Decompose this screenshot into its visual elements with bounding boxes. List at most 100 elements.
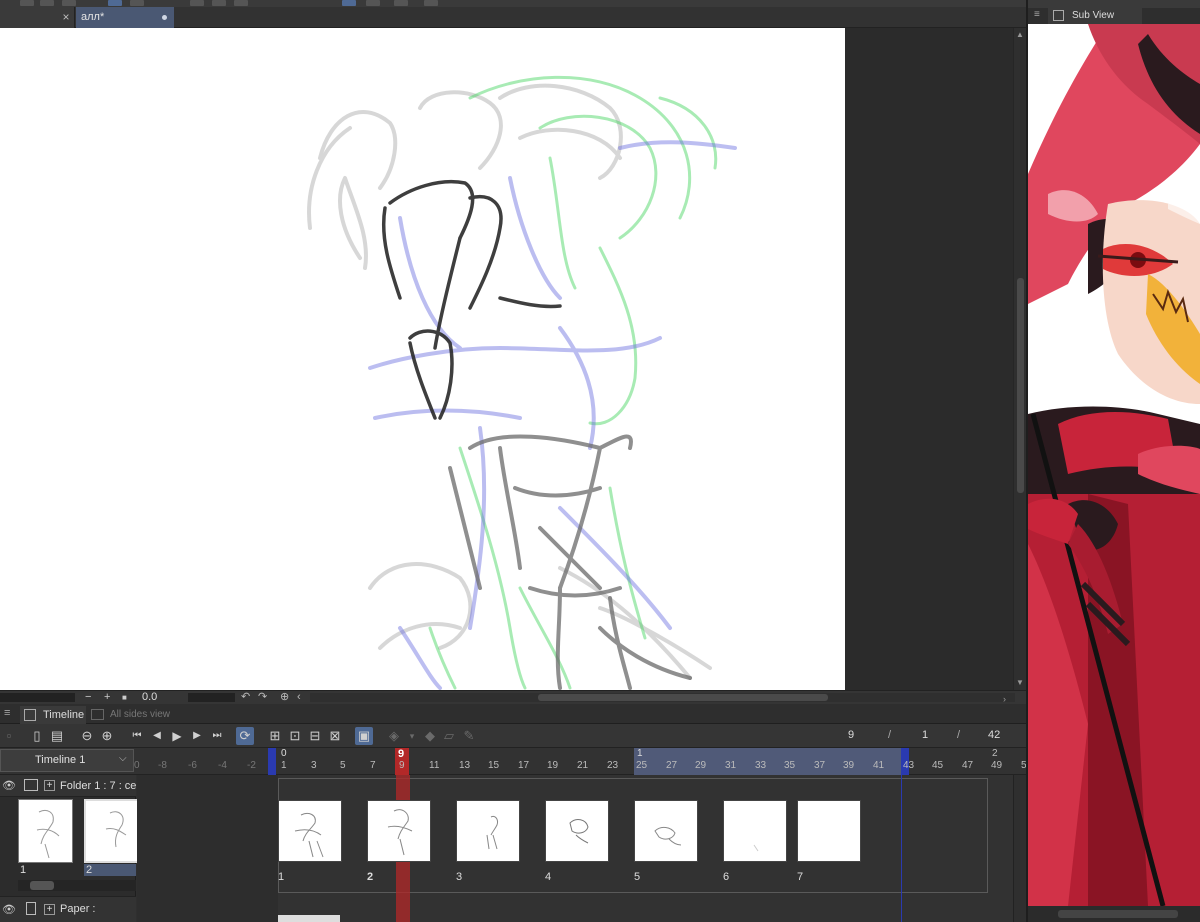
specify-cel-icon[interactable]: ⊟ bbox=[306, 727, 324, 745]
cel-thumbnail[interactable] bbox=[797, 800, 861, 862]
ruler-tick-label: 19 bbox=[547, 760, 559, 771]
tab-label: All sides view bbox=[110, 709, 171, 720]
document-tab[interactable]: × bbox=[0, 7, 75, 28]
new-animation-folder-icon[interactable]: ⊞ bbox=[266, 727, 284, 745]
expand-icon[interactable]: + bbox=[44, 780, 55, 791]
current-frame[interactable]: 9 bbox=[848, 729, 854, 741]
timeline-settings-icon[interactable]: ▤ bbox=[48, 727, 66, 745]
next-frame-button[interactable]: ▶ bbox=[188, 727, 206, 745]
toolbar-button[interactable] bbox=[20, 0, 34, 6]
unsaved-dot-icon[interactable] bbox=[162, 15, 167, 20]
eye-icon[interactable]: 👁 bbox=[2, 779, 16, 792]
scroll-thumb[interactable] bbox=[1017, 278, 1024, 493]
pen-icon[interactable]: ✎ bbox=[460, 727, 478, 745]
rotate-left-icon[interactable]: ↶ bbox=[241, 691, 250, 704]
canvas-vertical-scrollbar[interactable]: ▲ ▼ bbox=[1013, 28, 1026, 690]
rotation-value[interactable]: 0.0 bbox=[142, 691, 157, 704]
frame-settings-icon[interactable]: ▯ bbox=[28, 727, 46, 745]
folder-layer-row[interactable]: 👁 + Folder 1 : 7 : cel bbox=[0, 775, 136, 797]
panel-menu-icon[interactable]: ≡ bbox=[4, 707, 10, 719]
toolbar-button[interactable] bbox=[190, 0, 204, 6]
new-cel-icon[interactable]: ⊡ bbox=[286, 727, 304, 745]
timeline-select-value: Timeline 1 bbox=[35, 754, 86, 766]
cel-thumbnail[interactable] bbox=[545, 800, 609, 862]
canvas-area[interactable] bbox=[0, 28, 1013, 690]
cel-sketch bbox=[753, 844, 759, 852]
zoom-in-icon[interactable]: ⊕ bbox=[98, 727, 116, 745]
zoom-in-button[interactable]: + bbox=[104, 691, 110, 704]
ruler-tick-label: 37 bbox=[814, 760, 826, 771]
canvas-horizontal-scrollbar[interactable]: › bbox=[310, 693, 1015, 704]
scroll-up-icon[interactable]: ▲ bbox=[1016, 30, 1024, 39]
toolbar-button[interactable] bbox=[40, 0, 54, 6]
scroll-thumb[interactable] bbox=[538, 694, 828, 701]
frame-separator: / bbox=[888, 729, 892, 741]
edit-keyframe-icon[interactable]: ▱ bbox=[440, 727, 458, 745]
toolbar-button[interactable] bbox=[394, 0, 408, 6]
paper-track-cel[interactable] bbox=[278, 915, 340, 922]
scroll-down-icon[interactable]: ▼ bbox=[1016, 678, 1024, 687]
document-tab-active[interactable]: алл* bbox=[76, 7, 174, 28]
cel-thumbnail[interactable] bbox=[456, 800, 520, 862]
toolbar-button[interactable] bbox=[212, 0, 226, 6]
reference-image[interactable] bbox=[1028, 24, 1200, 906]
zoom-slider[interactable] bbox=[0, 693, 75, 702]
keyframe-icon[interactable]: ◈ bbox=[385, 727, 403, 745]
close-icon[interactable]: × bbox=[60, 10, 72, 24]
toolbar-button[interactable] bbox=[130, 0, 144, 6]
previous-frame-button[interactable]: ◀ bbox=[148, 727, 166, 745]
tab-sub-view[interactable]: Sub View bbox=[1048, 8, 1142, 24]
add-keyframe-icon[interactable]: ◆ bbox=[421, 727, 439, 745]
onion-skin-icon[interactable]: ▣ bbox=[355, 727, 373, 745]
cel-thumbnail[interactable] bbox=[723, 800, 787, 862]
ruler-frame-numbers[interactable]: 0 9 1 2 0 -8 -6 -4 -2 1 3 5 7 9 11 13 15 17 19 21 23 25 2… bbox=[134, 748, 1026, 775]
toolbar-button[interactable] bbox=[342, 0, 356, 6]
chevron-down-icon[interactable]: ⌵ bbox=[119, 753, 127, 764]
zoom-reset-button[interactable]: ■ bbox=[122, 691, 127, 704]
cel-thumbnail[interactable] bbox=[367, 800, 431, 862]
tab-timeline[interactable]: Timeline bbox=[20, 706, 86, 724]
eye-icon[interactable]: 👁 bbox=[2, 903, 16, 916]
first-frame-button[interactable]: ⏮ bbox=[128, 727, 146, 745]
zoom-out-button[interactable]: − bbox=[85, 691, 91, 704]
canvas-paper[interactable] bbox=[0, 28, 845, 690]
tab-all-sides-view[interactable]: All sides view bbox=[88, 706, 172, 724]
cel-thumbnail[interactable] bbox=[634, 800, 698, 862]
scroll-thumb[interactable] bbox=[1058, 910, 1178, 918]
ruler-tick-label: 7 bbox=[370, 760, 376, 771]
layer-scrollbar[interactable] bbox=[18, 880, 136, 891]
zoom-out-icon[interactable]: ⊖ bbox=[78, 727, 96, 745]
sub-view-scrollbar[interactable] bbox=[1028, 906, 1200, 922]
rotation-slider[interactable] bbox=[188, 693, 235, 702]
scroll-thumb[interactable] bbox=[30, 881, 54, 890]
play-button[interactable]: ▶ bbox=[168, 727, 186, 745]
start-frame[interactable]: 1 bbox=[922, 729, 928, 741]
layer-thumbnail-selected[interactable] bbox=[84, 799, 139, 863]
paper-layer-label: Paper : bbox=[60, 903, 96, 915]
last-frame-button[interactable]: ⏭ bbox=[208, 727, 226, 745]
timeline-select[interactable]: Timeline 1 ⌵ bbox=[0, 749, 134, 772]
toolbar-button[interactable] bbox=[234, 0, 248, 6]
track-pre-range bbox=[137, 775, 278, 922]
end-frame[interactable]: 42 bbox=[988, 729, 1000, 741]
toolbar-button[interactable] bbox=[366, 0, 380, 6]
new-timeline-icon[interactable]: ▫ bbox=[0, 727, 18, 745]
layer-thumbnail[interactable] bbox=[18, 799, 73, 863]
chevron-down-icon[interactable]: ▾ bbox=[403, 727, 421, 745]
range-start-marker[interactable] bbox=[268, 748, 276, 775]
rotate-reset-icon[interactable]: ⊕ bbox=[280, 691, 289, 704]
loop-button[interactable]: ⟳ bbox=[236, 727, 254, 745]
rotate-right-icon[interactable]: ↷ bbox=[258, 691, 267, 704]
timeline-track-area[interactable]: 1 2 3 4 5 6 7 bbox=[137, 775, 1013, 922]
thumbnail-sketch bbox=[105, 811, 127, 848]
panel-menu-icon[interactable]: ≡ bbox=[1034, 9, 1040, 20]
toolbar-button[interactable] bbox=[62, 0, 76, 6]
toolbar-button[interactable] bbox=[424, 0, 438, 6]
cel-thumbnail[interactable] bbox=[278, 800, 342, 862]
toolbar-button[interactable] bbox=[108, 0, 122, 6]
paper-layer-row[interactable]: 👁 + Paper : bbox=[0, 896, 136, 922]
expand-icon[interactable]: + bbox=[44, 904, 55, 915]
scroll-left-icon[interactable]: ‹ bbox=[297, 691, 301, 704]
timeline-vertical-scrollbar[interactable] bbox=[1013, 775, 1026, 922]
delete-cel-icon[interactable]: ⊠ bbox=[326, 727, 344, 745]
